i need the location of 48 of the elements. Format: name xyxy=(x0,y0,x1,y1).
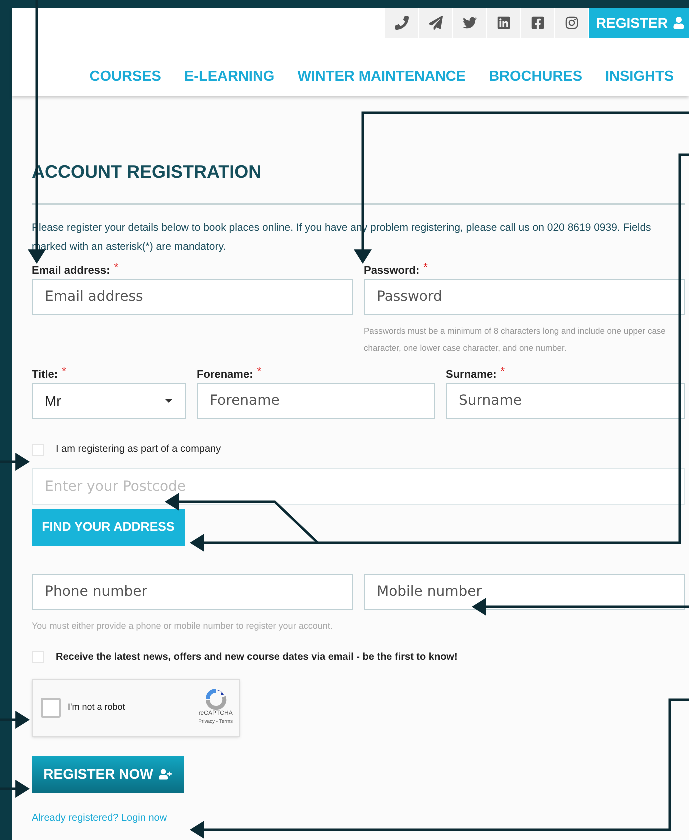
annotation-arrow xyxy=(0,711,30,729)
annotation-arrow xyxy=(0,453,30,471)
phone-field[interactable]: Phone number xyxy=(32,574,353,610)
social-icon[interactable] xyxy=(419,8,454,38)
caret-icon xyxy=(165,399,173,403)
recaptcha-logo-icon xyxy=(204,688,227,710)
field-label: Email address: xyxy=(32,264,110,279)
checkbox[interactable] xyxy=(32,444,44,456)
email-field[interactable]: Email address xyxy=(32,279,353,315)
social-icon[interactable] xyxy=(453,8,488,38)
checkbox-label: I am registering as part of a company xyxy=(56,443,222,457)
password-field[interactable]: Password xyxy=(364,279,685,315)
nav-link[interactable]: INSIGHTS xyxy=(606,67,674,89)
user-plus-icon xyxy=(159,768,172,780)
social-icon[interactable] xyxy=(521,8,556,38)
checkbox-label: Receive the latest news, offers and new course dates via email - be the first to know! xyxy=(56,650,458,664)
social-icon[interactable] xyxy=(385,8,420,38)
phone-hint: You must either provide a phone or mobile number to register your account. xyxy=(32,620,334,633)
field-label: Forename: xyxy=(197,368,254,383)
postcode-field[interactable]: Enter your Postcode xyxy=(32,468,685,505)
required-asterisk: * xyxy=(257,367,262,377)
nav-link[interactable]: E-LEARNING xyxy=(184,67,275,89)
login-link[interactable]: Already registered? Login now xyxy=(32,810,168,826)
field-label: Surname: xyxy=(446,368,497,383)
field-label: Password: xyxy=(364,264,420,279)
forename-field[interactable]: Forename xyxy=(197,383,435,419)
social-icon[interactable] xyxy=(555,8,590,38)
title-select[interactable]: Mr xyxy=(32,383,186,419)
register-button[interactable]: REGISTER xyxy=(589,8,689,38)
find-address-button[interactable]: FIND YOUR ADDRESS xyxy=(32,509,185,546)
required-asterisk: * xyxy=(62,367,66,377)
user-icon xyxy=(673,17,685,29)
social-icon[interactable] xyxy=(487,8,522,38)
checkbox[interactable] xyxy=(32,651,44,663)
password-hint: Passwords must be a minimum of 8 characters long and include one upper case character, one lower case character, and one number. xyxy=(364,325,667,355)
annotation-arrow xyxy=(0,780,30,798)
mobile-field[interactable]: Mobile number xyxy=(364,574,685,610)
required-asterisk: * xyxy=(424,263,428,273)
register-now-button[interactable]: REGISTER NOW xyxy=(32,756,184,792)
nav-link[interactable]: COURSES xyxy=(90,67,162,89)
captcha-checkbox[interactable] xyxy=(41,698,61,718)
field-label: Title: xyxy=(32,368,58,383)
required-asterisk: * xyxy=(500,367,506,377)
surname-field[interactable]: Surname xyxy=(446,383,685,419)
nav-link[interactable]: BROCHURES xyxy=(489,67,583,89)
captcha-label: I'm not a robot xyxy=(68,700,126,714)
nav-link[interactable]: WINTER MAINTENANCE xyxy=(298,67,466,89)
required-asterisk: * xyxy=(114,263,119,273)
